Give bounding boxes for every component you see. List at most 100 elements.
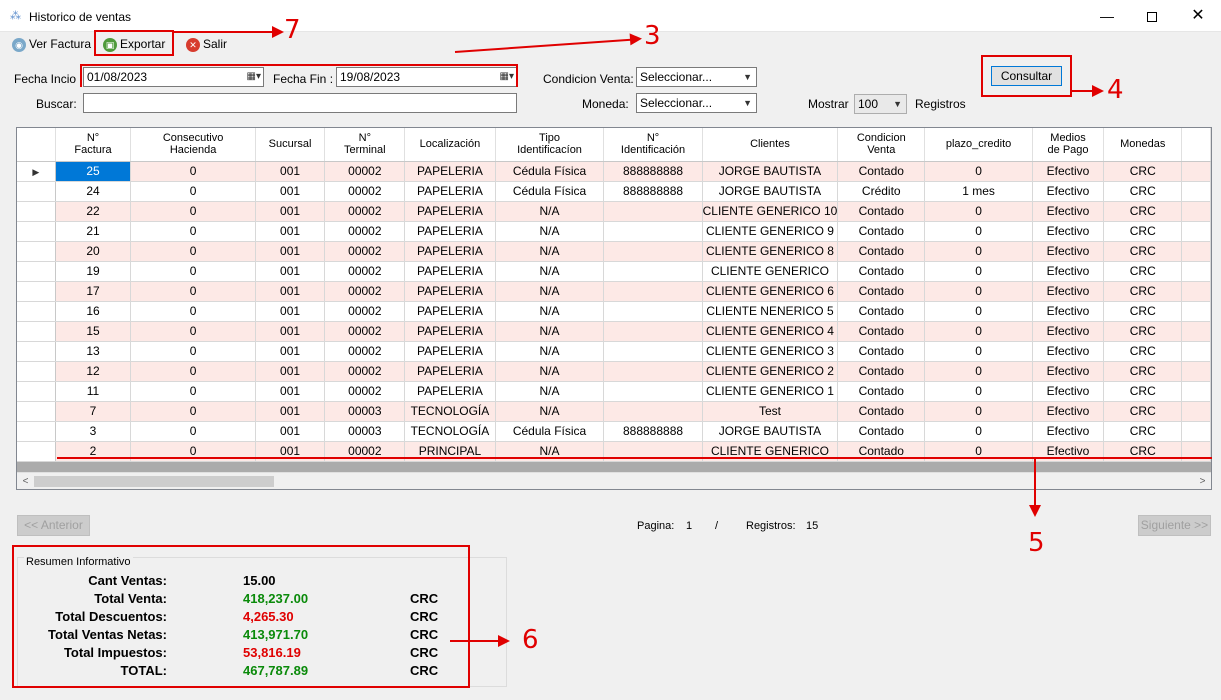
table-cell[interactable]: 0 — [924, 421, 1033, 442]
table-cell[interactable]: Efectivo — [1032, 401, 1105, 422]
table-cell[interactable]: Test — [702, 401, 839, 422]
table-cell[interactable]: 17 — [55, 281, 132, 302]
table-cell[interactable]: TECNOLOGÍA — [404, 401, 496, 422]
table-cell[interactable]: Contado — [837, 401, 926, 422]
buscar-input[interactable] — [83, 93, 517, 113]
table-cell[interactable]: Efectivo — [1032, 181, 1105, 202]
column-header[interactable]: Sucursal — [255, 128, 326, 162]
table-cell[interactable]: JORGE BAUTISTA — [702, 161, 839, 182]
table-cell[interactable]: 00002 — [324, 161, 406, 182]
fecha-inicio-picker[interactable]: 01/08/2023 ▦▾ — [83, 67, 264, 87]
table-cell[interactable]: CLIENTE GENERICO 6 — [702, 281, 839, 302]
table-row[interactable]: 3 0 001 00003 TECNOLOGÍA Cédula Física 8888888… — [17, 421, 1211, 442]
salir-button[interactable]: ✕ Salir — [184, 35, 227, 56]
table-cell[interactable]: PAPELERIA — [404, 341, 496, 362]
ver-factura-button[interactable]: ◉ Ver Factura — [10, 35, 91, 56]
table-cell[interactable]: 0 — [130, 241, 256, 262]
table-cell[interactable]: CLIENTE GENERICO 10 — [702, 201, 839, 222]
table-cell[interactable]: 00002 — [324, 281, 406, 302]
table-cell[interactable]: 001 — [255, 241, 326, 262]
table-cell[interactable]: 16 — [55, 301, 132, 322]
table-cell[interactable]: Contado — [837, 321, 926, 342]
column-header[interactable]: N° Terminal — [324, 128, 406, 162]
scroll-right-icon[interactable]: > — [1194, 474, 1211, 489]
row-header[interactable] — [17, 201, 56, 222]
table-cell[interactable]: 0 — [130, 161, 256, 182]
table-cell[interactable]: N/A — [495, 321, 605, 342]
table-cell[interactable]: 00002 — [324, 301, 406, 322]
table-cell[interactable]: Contado — [837, 421, 926, 442]
table-cell[interactable]: 12 — [55, 361, 132, 382]
table-cell[interactable] — [603, 241, 703, 262]
table-cell[interactable]: 001 — [255, 401, 326, 422]
table-cell[interactable]: 0 — [924, 281, 1033, 302]
table-cell[interactable]: 25 — [55, 161, 132, 182]
condicion-venta-select[interactable]: Seleccionar... ▼ — [636, 67, 757, 87]
row-header[interactable] — [17, 301, 56, 322]
table-cell[interactable]: 20 — [55, 241, 132, 262]
table-cell[interactable]: 888888888 — [603, 181, 703, 202]
table-cell[interactable]: PAPELERIA — [404, 201, 496, 222]
table-cell[interactable] — [603, 221, 703, 242]
row-header[interactable] — [17, 281, 56, 302]
table-cell[interactable]: 0 — [924, 221, 1033, 242]
table-cell[interactable] — [603, 341, 703, 362]
table-row[interactable]: 21 0 001 00002 PAPELERIA N/A CLIENTE GENERICO … — [17, 221, 1211, 242]
table-cell[interactable]: 0 — [130, 261, 256, 282]
column-header[interactable]: Localización — [404, 128, 496, 162]
table-cell[interactable]: PAPELERIA — [404, 181, 496, 202]
table-cell[interactable]: Crédito — [837, 181, 926, 202]
table-cell[interactable]: CLIENTE GENERICO 8 — [702, 241, 839, 262]
table-cell[interactable]: Efectivo — [1032, 381, 1105, 402]
table-cell[interactable]: Efectivo — [1032, 221, 1105, 242]
table-cell[interactable]: 00002 — [324, 321, 406, 342]
table-row[interactable]: 13 0 001 00002 PAPELERIA N/A CLIENTE GENERICO … — [17, 341, 1211, 362]
table-cell[interactable]: TECNOLOGÍA — [404, 421, 496, 442]
table-cell[interactable]: Contado — [837, 161, 926, 182]
table-cell[interactable]: Contado — [837, 261, 926, 282]
calendar-icon[interactable]: ▦▾ — [494, 70, 514, 84]
table-cell[interactable]: 7 — [55, 401, 132, 422]
table-row[interactable]: 12 0 001 00002 PAPELERIA N/A CLIENTE GENERICO … — [17, 361, 1211, 382]
table-cell[interactable]: 001 — [255, 261, 326, 282]
table-cell[interactable]: 0 — [130, 301, 256, 322]
table-row[interactable]: 17 0 001 00002 PAPELERIA N/A CLIENTE GENERICO … — [17, 281, 1211, 302]
table-cell[interactable]: N/A — [495, 221, 605, 242]
table-cell[interactable]: N/A — [495, 401, 605, 422]
table-cell[interactable]: 24 — [55, 181, 132, 202]
table-cell[interactable]: PAPELERIA — [404, 361, 496, 382]
table-cell[interactable]: 19 — [55, 261, 132, 282]
row-header[interactable] — [17, 361, 56, 382]
table-cell[interactable]: 00003 — [324, 421, 406, 442]
table-row[interactable]: 7 0 001 00003 TECNOLOGÍA N/A Test Contado 0 Efect… — [17, 401, 1211, 422]
table-row[interactable]: 24 0 001 00002 PAPELERIA Cédula Física 8888888… — [17, 181, 1211, 202]
row-header[interactable] — [17, 241, 56, 262]
table-cell[interactable]: Efectivo — [1032, 421, 1105, 442]
table-cell[interactable]: 0 — [130, 221, 256, 242]
table-cell[interactable]: 15 — [55, 321, 132, 342]
column-header[interactable]: N° Identificación — [603, 128, 703, 162]
table-cell[interactable]: 0 — [130, 281, 256, 302]
table-cell[interactable]: N/A — [495, 261, 605, 282]
column-header[interactable]: Consecutivo Hacienda — [130, 128, 256, 162]
table-cell[interactable]: 00002 — [324, 201, 406, 222]
table-cell[interactable]: 0 — [130, 401, 256, 422]
table-cell[interactable]: 0 — [924, 401, 1033, 422]
table-cell[interactable]: 0 — [130, 361, 256, 382]
table-cell[interactable]: JORGE BAUTISTA — [702, 421, 839, 442]
table-row[interactable]: 20 0 001 00002 PAPELERIA N/A CLIENTE GENERICO … — [17, 241, 1211, 262]
table-cell[interactable]: 001 — [255, 301, 326, 322]
table-cell[interactable]: 001 — [255, 221, 326, 242]
table-cell[interactable]: 888888888 — [603, 161, 703, 182]
table-cell[interactable]: Contado — [837, 221, 926, 242]
table-cell[interactable] — [603, 201, 703, 222]
table-cell[interactable] — [603, 281, 703, 302]
table-cell[interactable]: 0 — [924, 301, 1033, 322]
table-cell[interactable]: 001 — [255, 281, 326, 302]
table-cell[interactable]: Contado — [837, 341, 926, 362]
table-cell[interactable]: 001 — [255, 201, 326, 222]
column-header[interactable]: Clientes — [702, 128, 839, 162]
table-cell[interactable]: 0 — [130, 181, 256, 202]
table-cell[interactable]: CRC — [1103, 281, 1183, 302]
table-cell[interactable]: 3 — [55, 421, 132, 442]
